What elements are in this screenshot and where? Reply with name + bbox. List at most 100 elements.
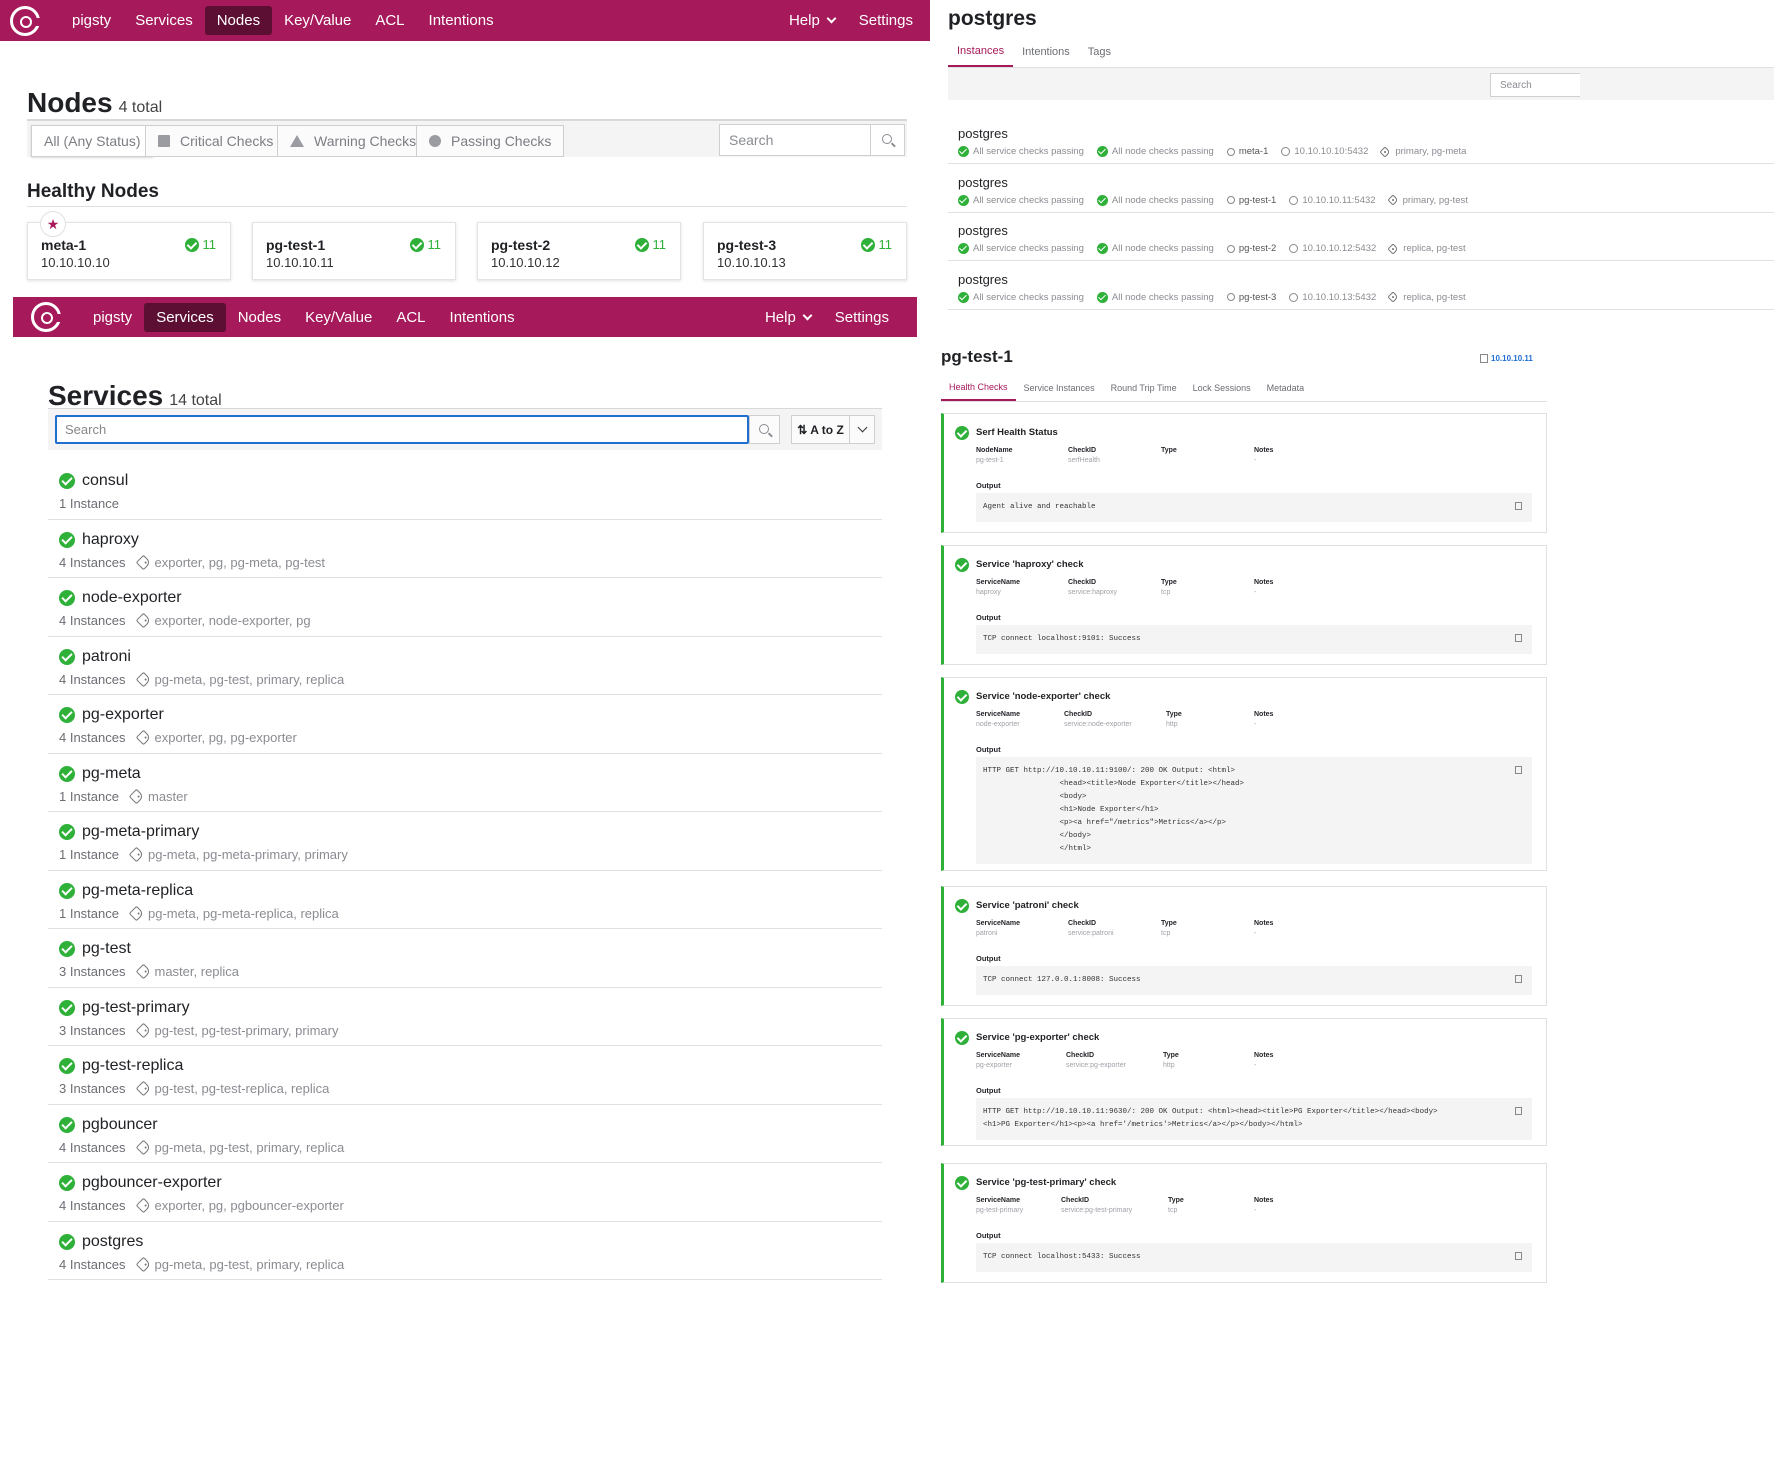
filter-passing[interactable]: Passing Checks [416,125,565,157]
copy-icon[interactable] [1515,1252,1522,1260]
instance-row[interactable]: postgres All service checks passing All no… [948,165,1774,213]
service-row[interactable]: patroni 4 Instances pg-meta, pg-test, prim… [48,637,882,695]
nav-intentions[interactable]: Intentions [438,303,527,332]
filter-critical[interactable]: Critical Checks [145,125,287,157]
service-row[interactable]: haproxy 4 Instances exporter, pg, pg-meta,… [48,520,882,578]
service-row[interactable]: pg-test-replica 3 Instances pg-test, pg-te… [48,1046,882,1105]
check-field-value: service:haproxy [1068,589,1118,596]
copy-icon[interactable] [1515,634,1522,642]
node-address-copy[interactable]: 10.10.10.11 [1480,354,1533,363]
instance-node-link[interactable]: pg-test-3 [1239,292,1277,303]
node-card[interactable]: pg-test-2 10.10.10.12 11 [477,222,681,280]
service-meta: 3 Instances master, replica [59,963,882,980]
instance-row[interactable]: postgres All service checks passing All no… [948,213,1774,261]
nav-settings[interactable]: Settings [823,303,901,332]
nav-nodes[interactable]: Nodes [226,303,293,332]
service-row[interactable]: pg-meta 1 Instance master [48,754,882,812]
service-row[interactable]: pg-meta-primary 1 Instance pg-meta, pg-met… [48,812,882,871]
tab-lock-sessions[interactable]: Lock Sessions [1185,374,1259,401]
service-meta: 3 Instances pg-test, pg-test-primary, pri… [59,1022,882,1038]
instance-node-link[interactable]: pg-test-1 [1239,195,1277,206]
copy-icon[interactable] [1515,502,1522,510]
consul-logo-icon[interactable] [31,302,63,332]
tag-icon [135,1197,151,1214]
filter-all[interactable]: All (Any Status) [31,125,154,157]
service-row[interactable]: consul 1 Instance [48,461,882,520]
check-passing-icon [958,291,969,303]
nav-help[interactable]: Help [753,303,823,332]
nav-services[interactable]: Services [144,302,226,332]
tab-health-checks[interactable]: Health Checks [941,374,1016,401]
check-title: Serf Health Status [955,426,1058,440]
instance-row[interactable]: postgres All service checks passing All no… [948,262,1774,310]
nav-nodes[interactable]: Nodes [204,6,273,35]
nav-key-value[interactable]: Key/Value [272,6,363,35]
check-field-value: service:patroni [1068,930,1114,937]
nav-intentions[interactable]: Intentions [417,6,506,35]
check-output: TCP connect localhost:9101: Success [976,625,1532,654]
nav-settings[interactable]: Settings [847,6,925,35]
service-tags: pg-test, pg-test-replica, replica [135,1080,329,1097]
instance-name: postgres [958,223,1008,238]
nav-services[interactable]: Services [123,6,205,35]
copy-icon[interactable] [1515,1107,1522,1115]
search-button[interactable] [870,124,905,156]
service-row[interactable]: pg-exporter 4 Instances exporter, pg, pg-e… [48,695,882,754]
nav-acl[interactable]: ACL [384,303,437,332]
instance-row[interactable]: postgres All service checks passing All no… [948,116,1774,164]
nav-datacenter[interactable]: pigsty [60,6,123,35]
search-button[interactable] [749,415,780,444]
service-row[interactable]: pg-test-primary 3 Instances pg-test, pg-te… [48,988,882,1046]
tab-service-instances[interactable]: Service Instances [1016,374,1103,401]
check-title-text: Service 'patroni' check [976,900,1079,911]
sort-button[interactable]: ⇅ A to Z [791,415,875,444]
instance-node-link[interactable]: meta-1 [1239,146,1269,157]
tab-intentions[interactable]: Intentions [1013,37,1079,67]
tab-tags[interactable]: Tags [1079,37,1120,67]
service-meta: 4 Instances exporter, pg, pg-meta, pg-tes… [59,554,882,570]
copy-icon[interactable] [1515,766,1522,774]
nav-help[interactable]: Help [777,6,847,35]
service-row[interactable]: pg-test 3 Instances master, replica [48,929,882,988]
check-passing-icon [1096,291,1108,303]
service-row[interactable]: pgbouncer 4 Instances pg-meta, pg-test, pr… [48,1105,882,1163]
chevron-down-icon[interactable] [850,416,874,443]
service-meta: 1 Instance pg-meta, pg-meta-replica, repl… [59,905,882,921]
service-row[interactable]: pg-meta-replica 1 Instance pg-meta, pg-met… [48,871,882,929]
check-passing-icon [59,824,75,840]
filter-warning[interactable]: Warning Checks [277,125,430,157]
service-row[interactable]: node-exporter 4 Instances exporter, node-e… [48,578,882,637]
copy-icon[interactable] [1515,975,1522,983]
nav-datacenter[interactable]: pigsty [81,303,144,332]
service-name-text: pg-exporter [82,706,164,723]
instance-search-input[interactable]: Search [1490,73,1580,97]
node-card[interactable]: pg-test-3 10.10.10.13 11 [703,222,907,280]
service-row[interactable]: postgres 4 Instances pg-meta, pg-test, pri… [48,1222,882,1280]
instance-count: 4 Instances [59,1139,126,1155]
tab-round-trip-time[interactable]: Round Trip Time [1103,374,1185,401]
service-tags-text: exporter, pg, pg-exporter [154,730,297,745]
service-row[interactable]: pgbouncer-exporter 4 Instances exporter, p… [48,1163,882,1222]
service-name: pg-test-replica [59,1057,882,1075]
consul-logo-icon[interactable] [10,5,42,36]
tab-instances[interactable]: Instances [948,37,1014,67]
nav-key-value[interactable]: Key/Value [293,303,384,332]
check-field-label: Type [1163,1052,1179,1059]
nav-help-label: Help [788,12,820,29]
check-field-value: - [1254,457,1257,464]
nav-acl[interactable]: ACL [363,6,416,35]
search-placeholder: Search [1500,79,1532,91]
check-passing-icon [409,237,424,252]
node-search-input[interactable]: Search [719,124,871,156]
check-field-value: tcp [1168,1207,1178,1214]
tab-metadata[interactable]: Metadata [1259,374,1313,401]
instance-meta: All service checks passing All node check… [958,194,1468,206]
instance-name: postgres [958,174,1008,190]
check-field-label: CheckID [1068,579,1097,586]
node-card[interactable]: pg-test-1 10.10.10.11 11 [252,222,456,280]
check-output: Agent alive and reachable [976,493,1532,522]
service-meta: 3 Instances pg-test, pg-test-replica, rep… [59,1080,882,1097]
tag-icon [128,905,145,921]
service-search-input[interactable]: Search [55,415,749,444]
instance-node-link[interactable]: pg-test-2 [1239,243,1277,254]
